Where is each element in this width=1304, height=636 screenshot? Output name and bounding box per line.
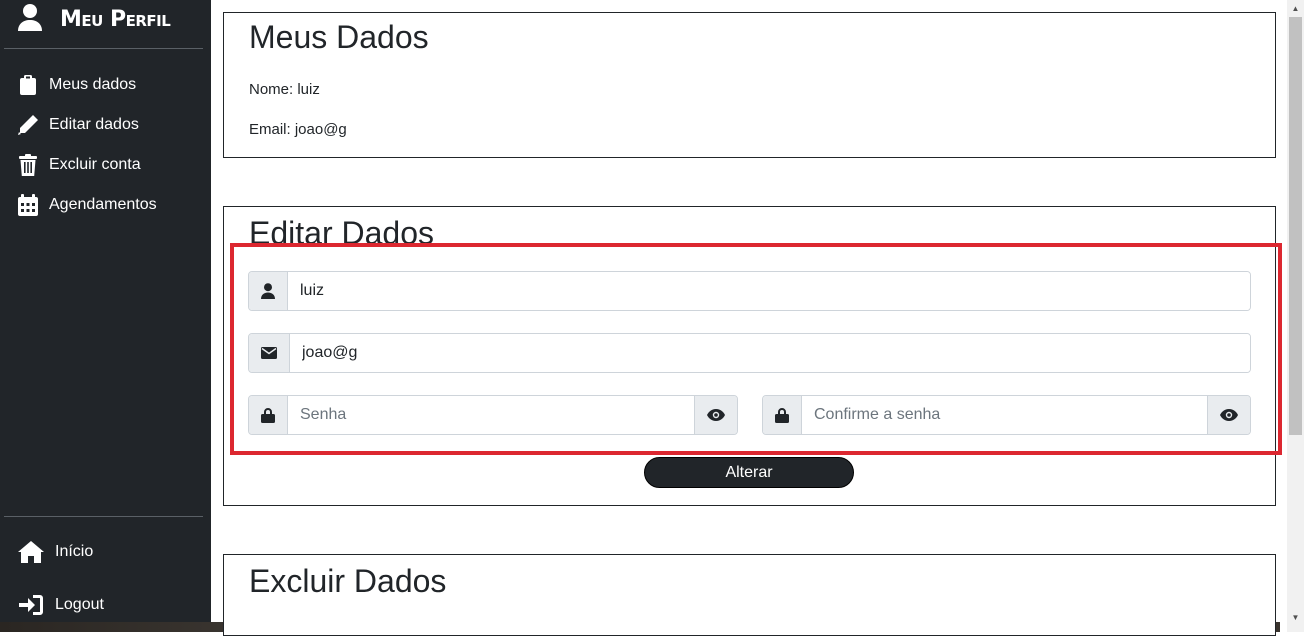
sidebar-item-label: Excluir conta <box>49 156 141 173</box>
pencil-icon <box>17 114 39 136</box>
user-icon <box>18 3 42 36</box>
meus-dados-card: Meus Dados Nome: luiz Email: joao@g <box>223 12 1276 158</box>
brand: Meu Perfil <box>18 3 171 36</box>
sidebar-divider-bottom <box>4 516 203 517</box>
nome-info: Nome: luiz <box>249 81 320 98</box>
sidebar-divider-top <box>4 48 203 49</box>
sidebar-item-editar-dados[interactable]: Editar dados <box>17 114 139 136</box>
scrollbar-thumb[interactable] <box>1289 17 1302 435</box>
email-info: Email: joao@g <box>249 121 347 138</box>
excluir-dados-title: Excluir Dados <box>249 563 447 599</box>
envelope-icon <box>249 334 290 372</box>
senha-input[interactable] <box>288 396 694 434</box>
trash-icon <box>17 154 39 176</box>
sign-in-icon <box>17 594 45 616</box>
sidebar-item-excluir-conta[interactable]: Excluir conta <box>17 154 141 176</box>
email-input[interactable] <box>290 334 1250 372</box>
editar-dados-title: Editar Dados <box>249 215 434 251</box>
sidebar-item-meus-dados[interactable]: Meus dados <box>17 74 136 96</box>
brand-title: Meu Perfil <box>60 6 171 32</box>
sidebar: Meu Perfil Meus dados Editar dados Exclu… <box>0 0 211 622</box>
home-icon <box>17 541 45 563</box>
scrollbar[interactable]: ▲ ▼ <box>1287 0 1304 632</box>
confirm-senha-input[interactable] <box>802 396 1207 434</box>
calendar-icon <box>17 194 39 216</box>
confirm-senha-input-group <box>762 395 1251 435</box>
lock-icon <box>249 396 288 434</box>
sidebar-item-label: Início <box>55 543 94 560</box>
senha-input-group <box>248 395 738 435</box>
sidebar-item-label: Agendamentos <box>49 196 157 213</box>
sidebar-item-inicio[interactable]: Início <box>17 541 93 563</box>
sidebar-item-label: Editar dados <box>49 116 139 133</box>
clipboard-icon <box>17 74 39 96</box>
scroll-up-arrow-icon[interactable]: ▲ <box>1287 0 1304 17</box>
user-icon <box>249 272 288 310</box>
excluir-dados-card: Excluir Dados <box>223 554 1276 636</box>
email-input-group <box>248 333 1251 373</box>
meus-dados-title: Meus Dados <box>249 19 429 55</box>
sidebar-item-label: Meus dados <box>49 76 137 93</box>
name-input-group <box>248 271 1251 311</box>
sidebar-item-logout[interactable]: Logout <box>17 594 104 616</box>
eye-icon[interactable] <box>694 396 737 434</box>
name-input[interactable] <box>288 272 1250 310</box>
alterar-button[interactable]: Alterar <box>644 457 854 488</box>
sidebar-item-agendamentos[interactable]: Agendamentos <box>17 194 157 216</box>
sidebar-item-label: Logout <box>55 596 104 613</box>
lock-icon <box>763 396 802 434</box>
eye-icon[interactable] <box>1207 396 1250 434</box>
scroll-down-arrow-icon[interactable]: ▼ <box>1287 609 1304 626</box>
